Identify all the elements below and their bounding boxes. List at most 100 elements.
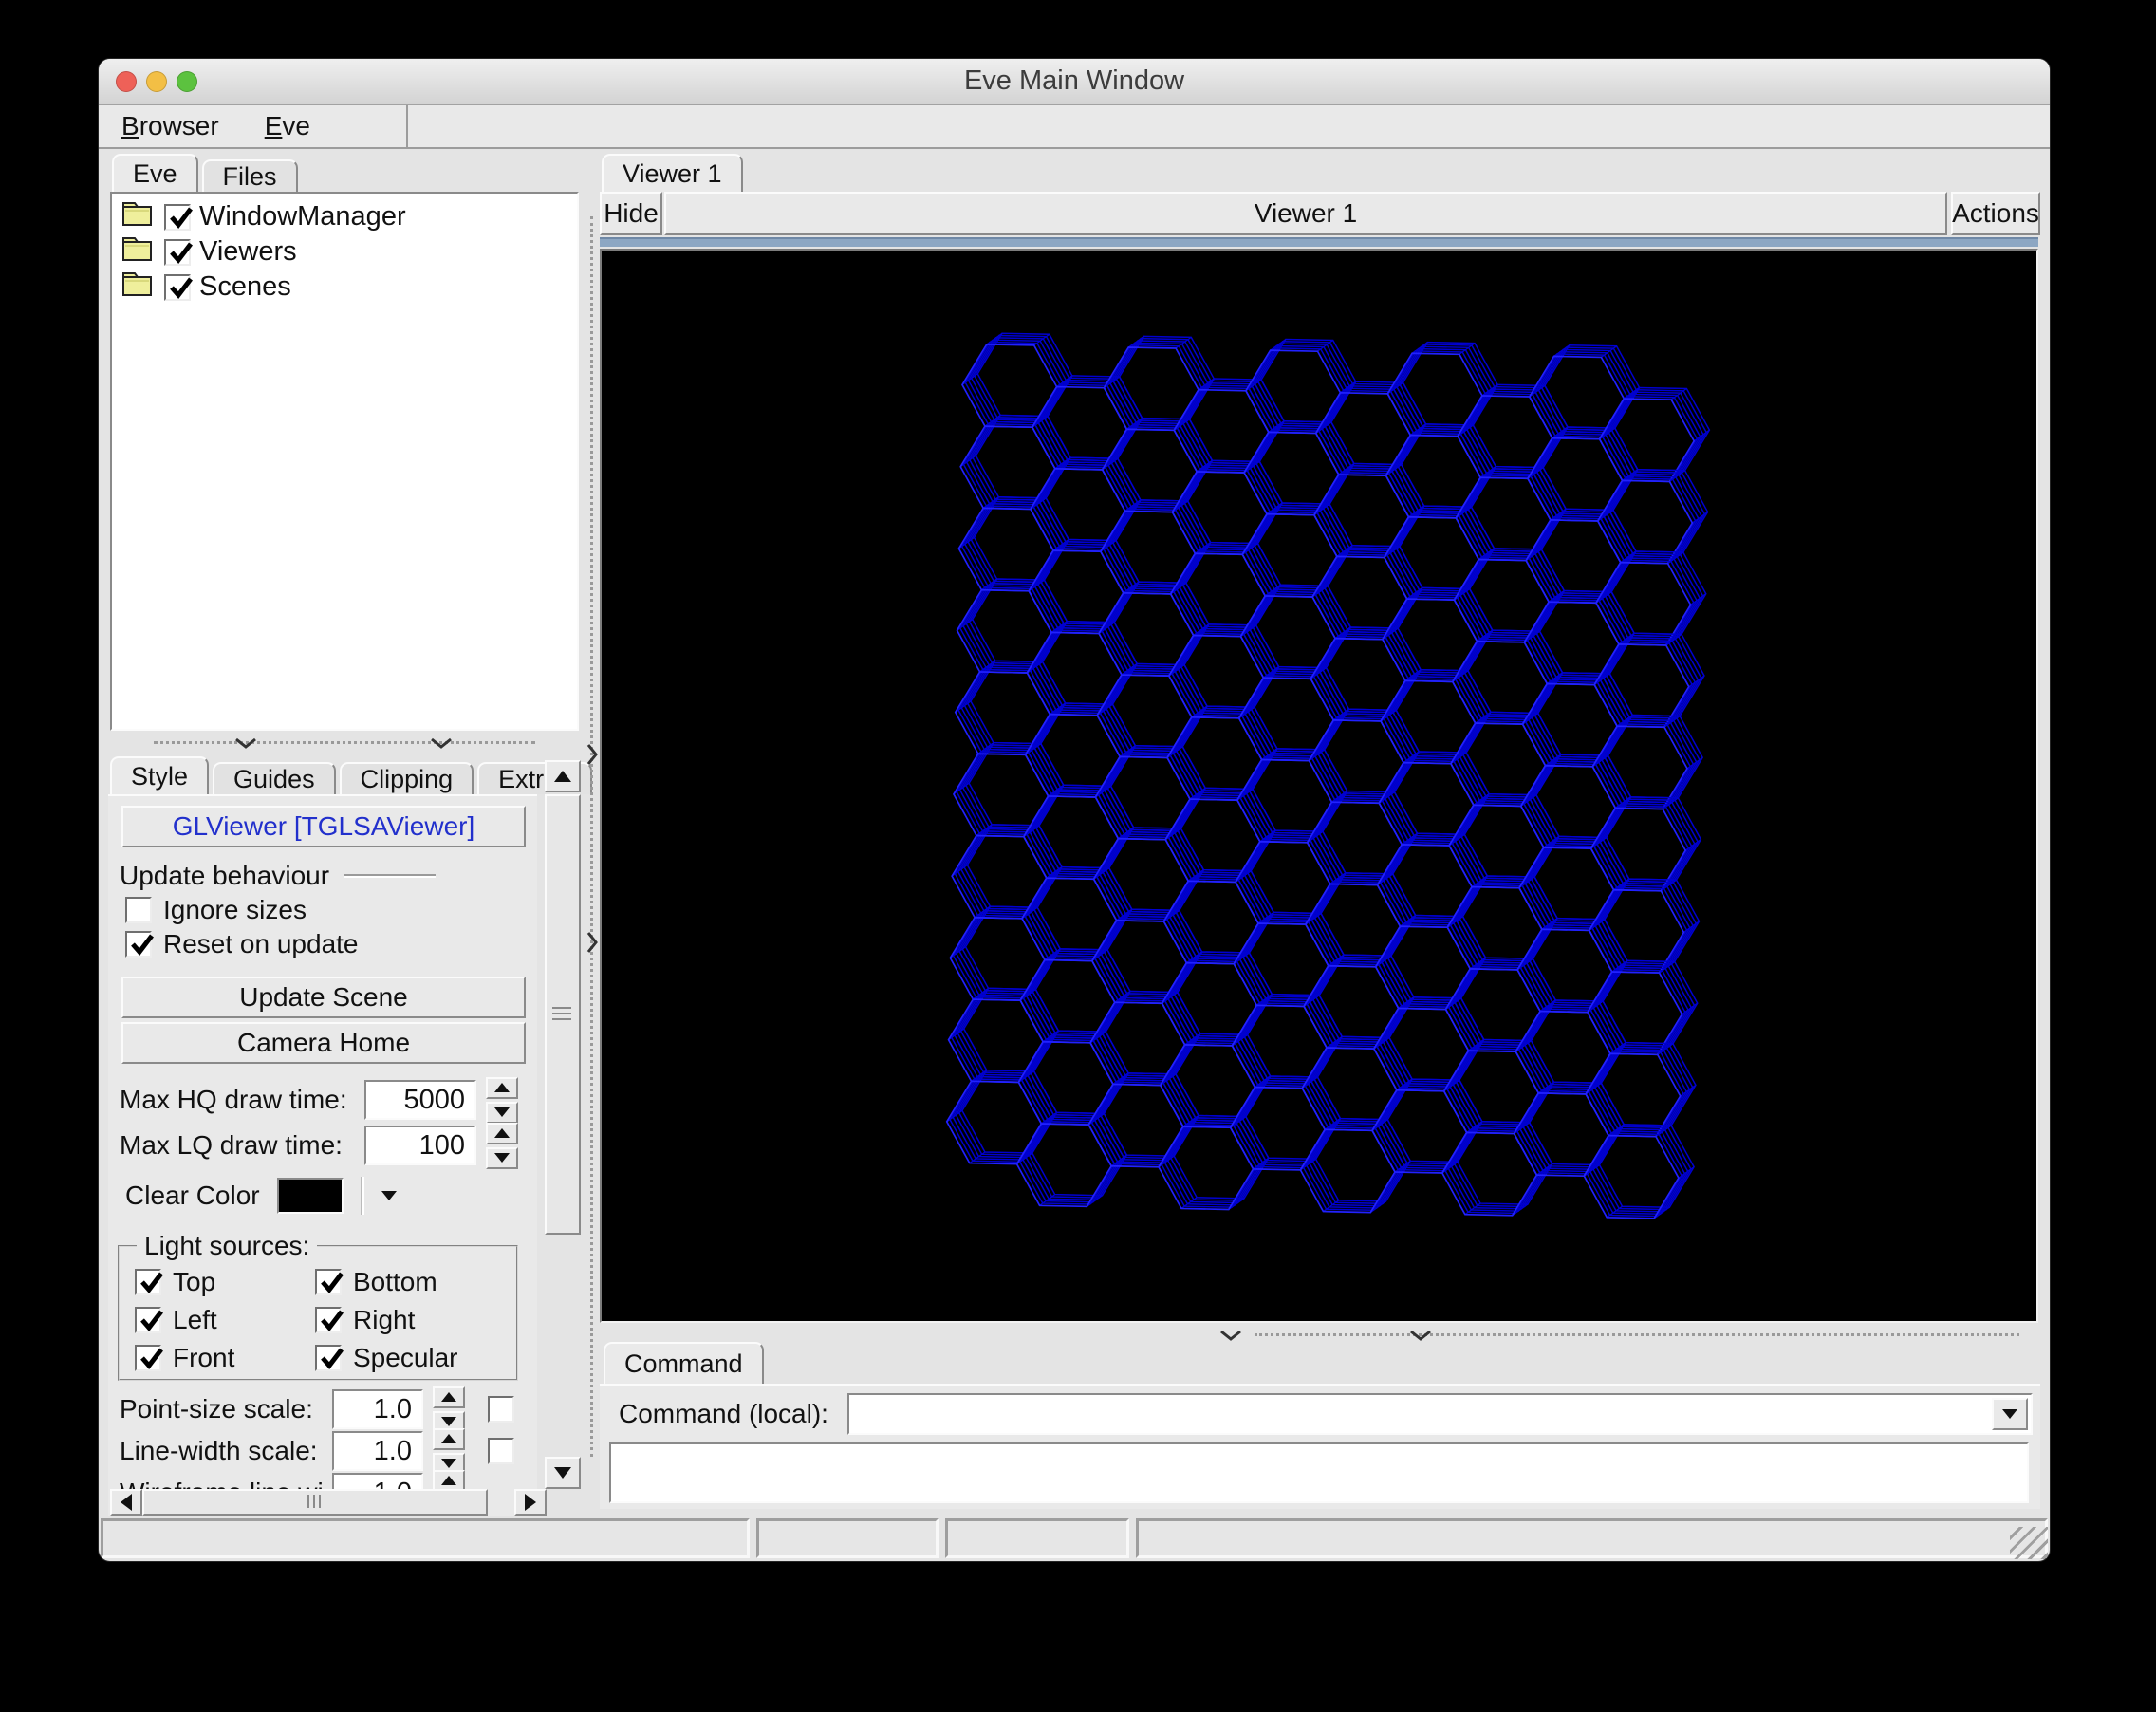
clear-color-dropdown-icon[interactable] [381,1191,397,1200]
tree-item-label: Viewers [199,236,297,267]
check-icon [131,934,154,956]
menu-browser[interactable]: Browser [121,111,219,141]
light-specular[interactable]: Specular [315,1343,516,1373]
tree-item-windowmanager[interactable]: WindowManager [112,199,577,234]
checkbox-row-reset-on-update[interactable]: Reset on update [108,927,526,961]
scroll-right-button[interactable] [514,1489,547,1516]
arrow-up-icon [441,1392,456,1402]
tab-guides[interactable]: Guides [213,762,336,794]
tree-item-checkbox[interactable] [164,273,193,301]
camera-home-button[interactable]: Camera Home [121,1022,526,1064]
check-icon [321,1348,344,1369]
tab-clipping[interactable]: Clipping [339,762,474,794]
tree-item-scenes[interactable]: Scenes [112,270,577,305]
actions-button[interactable]: Actions [1951,192,2040,235]
checkbox[interactable] [125,931,154,958]
spinner-buttons[interactable] [433,1386,465,1433]
scale-row: Point-size scale: 1.0 [108,1386,531,1433]
checkbox[interactable] [315,1345,344,1371]
command-input[interactable] [846,1393,2033,1435]
eve-main-window: Eve Main Window Browser Eve Eve Files Wind… [99,59,2050,1561]
tab-files[interactable]: Files [201,159,298,192]
scroll-left-button[interactable] [110,1489,142,1516]
spin-up-button[interactable] [433,1386,465,1408]
spin-up-button[interactable] [433,1427,465,1450]
hide-label: Hide [604,198,659,228]
style-hscrollbar[interactable] [110,1487,547,1516]
tree-style-splitter[interactable] [110,735,579,749]
command-output-area[interactable] [609,1442,2029,1503]
spinner-buttons[interactable] [433,1427,465,1475]
gl-viewport[interactable] [600,249,2038,1323]
style-vscrollbar[interactable] [543,758,581,1489]
close-window-button[interactable] [116,71,137,92]
command-dropdown-button[interactable] [1992,1398,2028,1430]
check-icon [140,1272,163,1293]
spinner-buttons[interactable] [486,1122,518,1169]
resize-grip[interactable] [2010,1527,2048,1559]
scale-apply-checkbox[interactable] [488,1396,514,1423]
light-front[interactable]: Front [135,1343,315,1373]
tab-style[interactable]: Style [110,756,210,794]
zoom-window-button[interactable] [177,71,197,92]
scale-field[interactable]: 1.0 [332,1389,423,1429]
scale-apply-checkbox[interactable] [488,1438,514,1464]
tab-viewer-1[interactable]: Viewer 1 [602,154,743,192]
arrow-left-icon [121,1494,132,1511]
draw-time-field[interactable]: 100 [364,1126,476,1165]
update-scene-button[interactable]: Update Scene [121,977,526,1018]
viewer-command-splitter[interactable] [600,1327,2038,1342]
checkbox[interactable] [315,1269,344,1295]
splitter-dots [590,216,593,1457]
checkbox-label: Specular [353,1343,458,1372]
splitter-dots [154,741,535,744]
arrow-up-icon [441,1434,456,1443]
light-left[interactable]: Left [135,1305,315,1335]
light-bottom[interactable]: Bottom [315,1267,516,1297]
clear-color-swatch[interactable] [276,1178,344,1214]
checkbox[interactable] [135,1307,163,1333]
light-right[interactable]: Right [315,1305,516,1335]
tab-command[interactable]: Command [604,1342,764,1384]
spin-up-button[interactable] [486,1076,518,1099]
minimize-window-button[interactable] [146,71,167,92]
left-dock: Eve Files WindowManager Viewers Scenes Styl… [106,150,592,1516]
honeycomb-wireframe [945,332,1711,1219]
scale-field[interactable]: 1.0 [332,1431,423,1471]
scroll-down-button[interactable] [545,1457,581,1489]
command-tab-label: Command [624,1349,743,1378]
menu-bar: Browser Eve [99,105,2050,149]
scale-row: Line-width scale: 1.0 [108,1427,531,1475]
dock-viewer-splitter[interactable] [585,150,600,1514]
checkbox[interactable] [135,1269,163,1295]
checkbox[interactable] [135,1345,163,1371]
status-segment [945,1518,1129,1558]
spin-down-button[interactable] [486,1101,518,1124]
spinner-buttons[interactable] [486,1076,518,1124]
draw-time-label: Max HQ draw time: [120,1085,347,1114]
draw-time-group: Max HQ draw time: 5000 Max LQ draw time: 10… [108,1076,531,1169]
tree-item-checkbox[interactable] [164,203,193,231]
tab-eve[interactable]: Eve [112,154,198,192]
check-icon [170,241,193,264]
checkbox[interactable] [315,1307,344,1333]
vscroll-thumb[interactable] [545,794,581,1235]
arrow-up-icon [494,1128,510,1138]
light-top[interactable]: Top [135,1267,315,1297]
menu-eve[interactable]: Eve [265,111,310,141]
viewer-title-bar[interactable]: Viewer 1 [664,192,1947,235]
title-bar[interactable]: Eve Main Window [99,59,2050,105]
draw-time-field[interactable]: 5000 [364,1080,476,1120]
chevron-down-icon [235,737,256,749]
tree-item-checkbox[interactable] [164,238,193,266]
checkbox[interactable] [125,897,152,923]
hide-button[interactable]: Hide [600,192,662,235]
checkbox-row-ignore-sizes[interactable]: Ignore sizes [108,893,526,927]
tree-item-viewers[interactable]: Viewers [112,234,577,270]
arrow-down-icon [494,1107,510,1117]
spin-down-button[interactable] [486,1146,518,1169]
scroll-up-button[interactable] [545,760,581,792]
spin-up-button[interactable] [486,1122,518,1144]
hscroll-thumb[interactable] [142,1489,488,1516]
glviewer-object-button[interactable]: GLViewer [TGLSAViewer] [121,806,526,847]
